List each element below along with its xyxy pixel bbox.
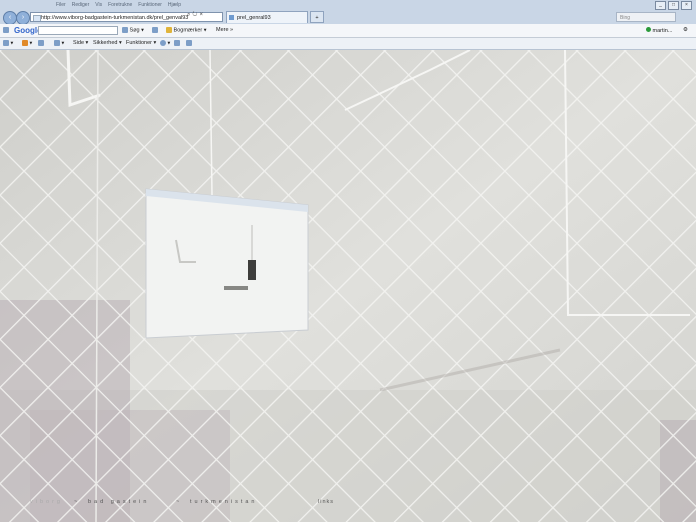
page-content [0,50,696,522]
feeds-button[interactable]: ▾ [22,40,32,46]
tools-menu-label: Funktioner [126,40,152,46]
back-arrow-icon: ‹ [8,14,12,21]
rss-icon [22,40,28,46]
command-bar: ▾ ▾ ▾ Side ▾ Sikkerhed ▾ Funktioner ▾ ▾ [0,38,696,50]
plus-icon [152,27,158,33]
window-controls: _ □ × [655,1,692,10]
nav-separator: ~ [74,499,81,505]
stop-icon[interactable]: × [199,12,205,18]
mail-button[interactable] [38,40,44,46]
home-icon [3,40,9,46]
forward-arrow-icon: › [21,14,25,21]
tab-active[interactable]: prel_genral93 [226,11,308,23]
browser-titlebar: Filer Rediger Vis Foretrukne Funktioner … [0,0,696,25]
wrench-icon[interactable]: ⚙ [683,27,688,33]
bing-search-input[interactable]: Bing [616,12,676,22]
hanging-screen [145,188,309,339]
address-actions: ⌕↻× [187,12,205,19]
nav-link-links[interactable]: links [318,499,334,505]
minimize-button[interactable]: _ [655,1,666,10]
back-button[interactable]: ‹ [3,11,17,25]
close-button[interactable]: × [681,1,692,10]
bookmarks-button[interactable]: Bogmærker ▾ [166,27,207,33]
tab-favicon-icon [229,15,234,20]
menu-file[interactable]: Filer [56,2,66,8]
user-label: martin... [652,28,673,34]
nav-link-viborg[interactable]: viborg [30,499,63,505]
user-account[interactable]: martin... [646,27,672,34]
site-favicon-icon [33,15,41,21]
tool-icon[interactable] [3,27,9,33]
menu-tools[interactable]: Funktioner [138,2,162,8]
address-url: http://www.viborg-badgastein-turkmenista… [41,15,154,21]
menu-bar: Filer Rediger Vis Foretrukne Funktioner … [0,0,696,9]
star-icon [166,27,172,33]
site-navigation: viborg ~ bad gastein ~ turkmenistan link… [0,497,696,509]
menu-edit[interactable]: Rediger [72,2,90,8]
google-toolbar: Google Søg ▾ Bogmærker ▾ Mere » martin..… [0,24,696,38]
more-button[interactable]: Mere » [216,27,233,33]
bookmarks-label: Bogmærker [173,27,203,34]
more-label: Mere [216,27,229,33]
status-dot-icon [646,27,651,32]
search-icon [122,27,128,33]
nav-separator: ~ [176,499,183,505]
new-tab-button[interactable]: + [310,11,324,23]
menu-view[interactable]: Vis [95,2,102,8]
research-icon[interactable] [174,40,180,46]
security-menu-label: Sikkerhed [93,40,118,46]
menu-help[interactable]: Hjælp [168,2,181,8]
home-button[interactable]: ▾ [3,40,13,46]
navigation-row: ‹ › http://www.viborg-badgastein-turkmen… [0,10,696,25]
net-installation-image [0,50,696,522]
forward-button[interactable]: › [16,11,30,25]
address-url-tail: prel_genval93 [153,15,189,21]
nav-link-turkmenistan[interactable]: turkmenistan [190,499,258,505]
page-menu-label: Side [73,40,85,46]
search-label: Søg [129,27,140,34]
plus-icon: + [315,15,319,21]
nav-link-bad-gastein[interactable]: bad gastein [88,499,149,505]
menu-favorites[interactable]: Foretrukne [108,2,132,8]
google-search-input[interactable] [38,26,118,35]
tab-title: prel_genral93 [237,15,271,21]
translate-icon[interactable] [186,40,192,46]
print-button[interactable]: ▾ [54,40,64,46]
page-menu[interactable]: Side ▾ [73,40,88,46]
mail-icon [38,40,44,46]
help-button[interactable]: ▾ [160,40,170,46]
google-search-button[interactable]: Søg ▾ [122,27,144,33]
maximize-button[interactable]: □ [668,1,679,10]
add-button[interactable] [152,27,158,33]
help-icon [160,40,166,46]
security-menu[interactable]: Sikkerhed ▾ [93,40,122,46]
tools-menu[interactable]: Funktioner ▾ [126,40,156,46]
printer-icon [54,40,60,46]
